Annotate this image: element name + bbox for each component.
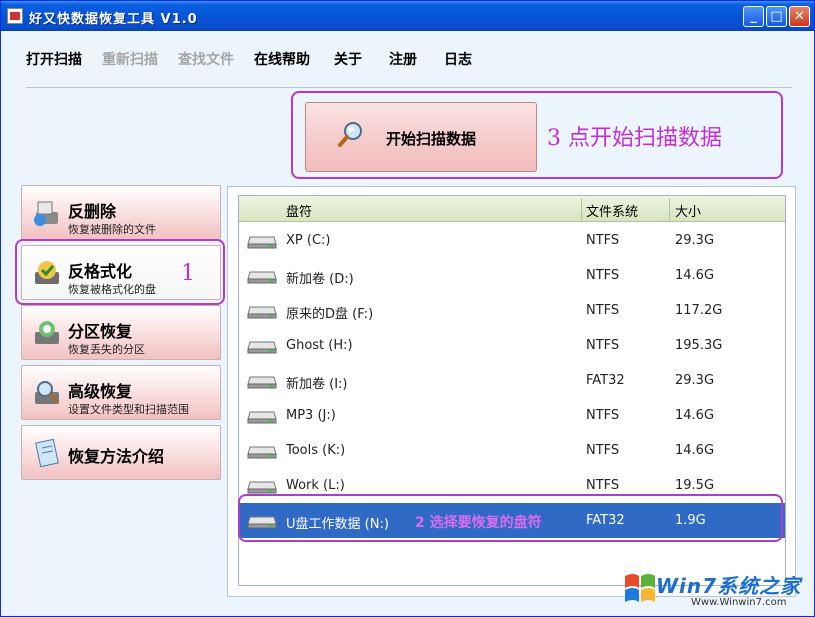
drive-row[interactable]: XP (C:) NTFS 29.3G [239,223,785,258]
menu-rescan[interactable]: 重新扫描 [102,49,158,69]
menu-about[interactable]: 关于 [334,49,362,69]
drive-filesystem: NTFS [586,408,620,423]
drive-size: 19.5G [675,478,715,493]
menu-find-files[interactable]: 查找文件 [178,49,234,69]
app-icon [7,8,23,24]
sidebar-recovery-guide[interactable]: 恢复方法介绍 [21,425,221,480]
drive-name: Tools (K:) [286,443,346,458]
menu-register[interactable]: 注册 [389,49,417,69]
sidebar-undelete-subtitle: 恢复被删除的文件 [68,223,156,236]
drive-size: 117.2G [675,303,723,318]
maximize-button[interactable]: □ [766,6,787,27]
hard-drive-icon [247,306,277,319]
column-drive-letter[interactable]: 盘符 [286,201,312,220]
drive-name: Ghost (H:) [286,338,353,353]
annotation-box-step2 [238,494,783,542]
column-divider [581,198,582,220]
undelete-icon [34,201,58,226]
menu-log[interactable]: 日志 [444,49,472,69]
window-title: 好又快数据恢复工具 V1.0 [29,12,198,27]
guide-icon [35,438,59,468]
drive-name: MP3 (J:) [286,408,336,423]
annotation-step3: 3 点开始扫描数据 [547,126,722,151]
title-bar[interactable]: 好又快数据恢复工具 V1.0 _ □ ✕ [1,1,814,31]
column-size[interactable]: 大小 [675,201,701,220]
sidebar-partition-title: 分区恢复 [68,322,133,341]
close-button[interactable]: ✕ [789,6,810,27]
drive-name: 新加卷 (D:) [286,272,354,287]
drive-size: 14.6G [675,268,715,283]
drive-size: 29.3G [675,233,715,248]
minimize-button[interactable]: _ [743,6,764,27]
drive-name: Work (L:) [286,478,345,493]
menu-divider [26,87,792,88]
drive-row[interactable]: Tools (K:) NTFS 14.6G [239,433,785,468]
app-window: 好又快数据恢复工具 V1.0 _ □ ✕ 打开扫描 重新扫描 查找文件 在线帮助… [0,0,815,617]
drive-row[interactable]: MP3 (J:) NTFS 14.6G [239,398,785,433]
drive-row[interactable]: 原来的D盘 (F:) NTFS 117.2G [239,293,785,328]
drive-filesystem: NTFS [586,478,620,493]
sidebar-advanced-subtitle: 设置文件类型和扫描范围 [68,403,189,416]
hard-drive-icon [247,446,277,459]
watermark-text: Win7系统之家 [656,574,802,598]
sidebar-advanced-recovery[interactable]: 高级恢复 设置文件类型和扫描范围 [21,365,221,420]
menu-open-scan[interactable]: 打开扫描 [26,49,82,69]
sidebar-guide-title: 恢复方法介绍 [68,447,165,466]
drive-name: XP (C:) [286,233,331,248]
partition-icon [35,321,59,344]
drive-size: 29.3G [675,373,715,388]
drive-row[interactable]: Ghost (H:) NTFS 195.3G [239,328,785,363]
sidebar-partition-subtitle: 恢复丢失的分区 [68,343,145,356]
hard-drive-icon [247,236,277,249]
hard-drive-icon [247,411,277,424]
drive-size: 14.6G [675,443,715,458]
hard-drive-icon [247,376,277,389]
menu-online-help[interactable]: 在线帮助 [254,49,310,69]
drive-name: 新加卷 (I:) [286,377,348,392]
drive-filesystem: NTFS [586,268,620,283]
column-divider [669,198,670,220]
drive-filesystem: NTFS [586,443,620,458]
sidebar-undelete-title: 反删除 [68,202,117,221]
drive-row[interactable]: 新加卷 (I:) FAT32 29.3G [239,363,785,398]
hard-drive-icon [247,271,277,284]
drive-filesystem: NTFS [586,233,620,248]
annotation-step1: 1 [181,261,195,286]
hard-drive-icon [247,341,277,354]
advanced-icon [35,381,59,404]
drive-filesystem: NTFS [586,303,620,318]
column-file-system[interactable]: 文件系统 [586,201,638,220]
drive-size: 195.3G [675,338,723,353]
sidebar-undelete[interactable]: 反删除 恢复被删除的文件 [21,185,221,240]
drive-filesystem: FAT32 [586,373,625,388]
watermark-url: Www.Winwin7.com [691,597,787,608]
menu-bar: 打开扫描 重新扫描 查找文件 在线帮助 关于 注册 日志 [1,31,814,86]
drive-filesystem: NTFS [586,338,620,353]
hard-drive-icon [247,481,277,494]
drive-list-header: 盘符 文件系统 大小 [239,196,785,222]
drive-row[interactable]: 新加卷 (D:) NTFS 14.6G [239,258,785,293]
drive-size: 14.6G [675,408,715,423]
sidebar-partition-recovery[interactable]: 分区恢复 恢复丢失的分区 [21,305,221,360]
sidebar-advanced-title: 高级恢复 [68,382,133,401]
drive-name: 原来的D盘 (F:) [286,307,374,322]
